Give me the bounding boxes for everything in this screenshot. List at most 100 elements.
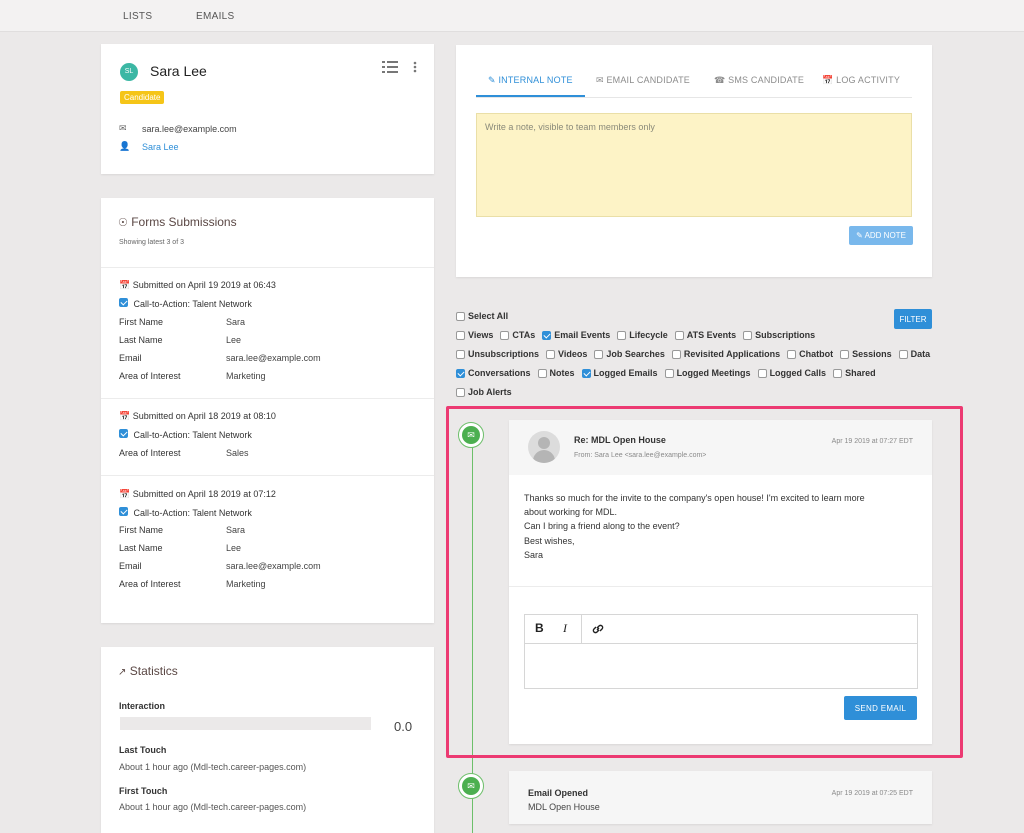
checkbox-icon: [542, 330, 552, 340]
more-options-icon[interactable]: [413, 61, 417, 73]
pencil-icon: ✎: [856, 231, 863, 240]
link-icon[interactable]: [591, 622, 605, 636]
envelope-icon: ✉: [596, 75, 604, 85]
calendar-icon: 📅: [119, 411, 131, 421]
owner-link[interactable]: Sara Lee: [142, 142, 179, 152]
field-label: First Name: [119, 525, 164, 535]
filter-button[interactable]: FILTER: [894, 309, 932, 329]
candidate-name: Sara Lee: [150, 63, 207, 79]
checkbox-icon: [833, 368, 843, 378]
italic-button[interactable]: I: [563, 621, 567, 636]
email-date: Apr 19 2019 at 07:27 EDT: [831, 438, 913, 445]
tab-sms-candidate[interactable]: ☎ SMS CANDIDATE: [714, 75, 804, 86]
filter-conversations[interactable]: Conversations: [456, 368, 531, 378]
field-label: Email: [119, 561, 142, 571]
trend-icon: ↗: [118, 667, 127, 678]
top-nav: LISTS EMAILS: [0, 0, 1024, 32]
email-subject: Re: MDL Open House: [574, 435, 666, 445]
list-view-icon[interactable]: [382, 61, 398, 73]
filter-email-events[interactable]: Email Events: [542, 330, 610, 340]
envelope-icon: ✉: [119, 123, 127, 133]
checkbox-icon: [537, 368, 547, 378]
email-body-line: Sara: [524, 550, 544, 560]
interaction-label: Interaction: [119, 701, 166, 711]
checkbox-icon: [840, 349, 850, 359]
filter-logged-emails[interactable]: Logged Emails: [581, 368, 658, 378]
checkbox-icon: [743, 330, 753, 340]
filter-ctas[interactable]: CTAs: [500, 330, 535, 340]
filter-unsubscriptions[interactable]: Unsubscriptions: [456, 349, 539, 359]
submission-date: 📅 Submitted on April 18 2019 at 08:10: [119, 411, 276, 421]
forms-card: ☉ Forms Submissions Showing latest 3 of …: [101, 198, 434, 623]
target-icon: ☉: [118, 217, 128, 229]
field-label: Last Name: [119, 335, 163, 345]
note-input[interactable]: Write a note, visible to team members on…: [476, 113, 912, 217]
filter-job-searches[interactable]: Job Searches: [594, 349, 665, 359]
last-touch-value: About 1 hour ago (Mdl-tech.career-pages.…: [119, 762, 307, 772]
email-header: Re: MDL Open House From: Sara Lee <sara.…: [509, 420, 932, 475]
add-note-button[interactable]: ✎ ADD NOTE: [849, 226, 913, 245]
checkbox-icon: [898, 349, 908, 359]
person-icon: 👤: [119, 141, 131, 151]
checkbox-icon: [456, 330, 465, 340]
profile-card: SL Sara Lee Candidate ✉ sara.lee@example…: [101, 44, 434, 174]
forms-title: ☉ Forms Submissions: [118, 215, 237, 229]
interaction-bar: [120, 717, 371, 730]
checkbox-icon: [594, 349, 604, 359]
checkbox-icon: [664, 368, 674, 378]
filter-job-alerts[interactable]: Job Alerts: [456, 387, 512, 397]
bold-button[interactable]: B: [535, 621, 544, 635]
tab-email-candidate[interactable]: ✉ EMAIL CANDIDATE: [596, 75, 690, 86]
email-row: ✉ sara.lee@example.com: [119, 123, 237, 134]
phone-icon: ☎: [714, 75, 726, 85]
nav-emails[interactable]: EMAILS: [196, 11, 234, 22]
tab-internal-note[interactable]: ✎ INTERNAL NOTE: [488, 75, 573, 86]
checkbox-icon: [119, 507, 128, 516]
checkbox-icon: [456, 349, 465, 359]
owner-row: 👤 Sara Lee: [119, 141, 179, 152]
nav-lists[interactable]: LISTS: [123, 11, 152, 22]
checkbox-icon: [787, 349, 797, 359]
filter-logged-meetings[interactable]: Logged Meetings: [664, 368, 751, 378]
checkbox-icon: [500, 330, 510, 340]
checkbox-icon: [119, 429, 128, 438]
submission-date: 📅 Submitted on April 19 2019 at 06:43: [119, 280, 276, 290]
filter-ats-events[interactable]: ATS Events: [674, 330, 736, 340]
timeline-node: ✉: [458, 773, 484, 799]
calendar-icon: 📅: [822, 75, 834, 85]
select-all-checkbox[interactable]: Select All: [456, 311, 508, 321]
reply-textarea[interactable]: [525, 644, 917, 688]
filter-notes[interactable]: Notes: [537, 368, 575, 378]
last-touch-label: Last Touch: [119, 745, 167, 755]
field-value: Sara: [226, 317, 246, 327]
field-value: Lee: [226, 335, 242, 345]
field-value: sara.lee@example.com: [226, 353, 321, 363]
field-value: sara.lee@example.com: [226, 561, 321, 571]
filter-data[interactable]: Data: [898, 349, 930, 359]
field-value: Marketing: [226, 371, 266, 381]
avatar: SL: [120, 63, 138, 81]
filter-sessions[interactable]: Sessions: [840, 349, 892, 359]
tab-log-activity[interactable]: 📅 LOG ACTIVITY: [822, 75, 900, 86]
filter-videos[interactable]: Videos: [546, 349, 587, 359]
field-label: Area of Interest: [119, 371, 181, 381]
filter-logged-calls[interactable]: Logged Calls: [757, 368, 826, 378]
email-from: From: Sara Lee <sara.lee@example.com>: [574, 452, 707, 459]
filter-chatbot[interactable]: Chatbot: [787, 349, 833, 359]
filter-lifecycle[interactable]: Lifecycle: [617, 330, 668, 340]
status-badge: Candidate: [120, 91, 165, 104]
field-label: Email: [119, 353, 142, 363]
filter-shared[interactable]: Shared: [833, 368, 876, 378]
statistics-card: ↗ Statistics Interaction 0.0 Last Touch …: [101, 647, 434, 833]
filter-views[interactable]: Views: [456, 330, 493, 340]
submission-date: 📅 Submitted on April 18 2019 at 07:12: [119, 489, 276, 499]
filter-revisited-applications[interactable]: Revisited Applications: [671, 349, 780, 359]
email-body-line: about working for MDL.: [524, 507, 618, 517]
checkbox-icon: [456, 368, 465, 378]
filter-subscriptions[interactable]: Subscriptions: [743, 330, 815, 340]
checkbox-icon: [546, 349, 556, 359]
send-email-button[interactable]: SEND EMAIL: [844, 696, 917, 720]
field-value: Marketing: [226, 579, 266, 589]
email-text: sara.lee@example.com: [142, 123, 237, 134]
checkbox-icon: [617, 330, 627, 340]
